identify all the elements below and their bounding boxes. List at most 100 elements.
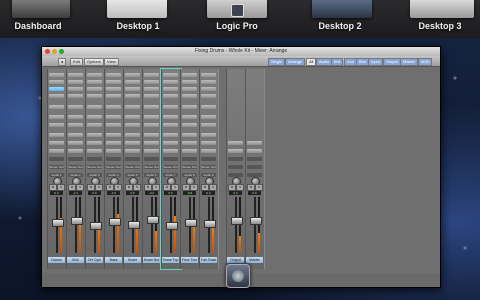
output-slot[interactable]: Stereo Out (106, 165, 121, 169)
insert-slot[interactable] (163, 141, 178, 145)
view-menu-button[interactable]: View (104, 58, 119, 66)
mute-button[interactable]: M (68, 184, 76, 191)
insert-slot[interactable] (144, 123, 159, 127)
insert-slot[interactable] (163, 157, 178, 161)
insert-slot[interactable] (125, 87, 140, 91)
channel-name[interactable]: Output (227, 257, 244, 263)
volume-fader[interactable] (90, 222, 102, 230)
output-slot[interactable]: Stereo Out (182, 165, 197, 169)
insert-slot[interactable] (106, 141, 121, 145)
insert-slot[interactable] (247, 141, 262, 145)
filter-audio-button[interactable]: Audio (316, 58, 333, 66)
insert-slot[interactable] (163, 123, 178, 127)
insert-slot[interactable] (68, 141, 83, 145)
space-thumb-dashboard[interactable] (12, 0, 70, 18)
space-thumb-desktop-1[interactable] (107, 0, 167, 18)
space-label-desktop-3[interactable]: Desktop 3 (418, 21, 461, 31)
insert-slot[interactable] (144, 94, 159, 98)
insert-slot[interactable] (106, 87, 121, 91)
volume-fader[interactable] (128, 221, 140, 229)
insert-slot[interactable] (201, 105, 216, 109)
output-slot[interactable]: Stereo Out (87, 165, 102, 169)
link-button[interactable]: ● (58, 58, 67, 66)
channel-name[interactable]: Bass (105, 257, 122, 263)
channel-strip[interactable]: Stereo Out Audio 6 M S -3.2 Snare Bot (142, 69, 162, 269)
insert-slot[interactable] (68, 123, 83, 127)
mute-button[interactable]: M (49, 184, 57, 191)
solo-button[interactable]: S (152, 184, 160, 191)
insert-slot[interactable] (201, 123, 216, 127)
insert-slot[interactable] (201, 157, 216, 161)
insert-slot[interactable] (87, 105, 102, 109)
insert-slot[interactable] (49, 73, 64, 77)
insert-slot[interactable] (182, 87, 197, 91)
filter-master-button[interactable]: Master (400, 58, 419, 66)
insert-slot[interactable] (201, 94, 216, 98)
insert-slot[interactable] (163, 87, 178, 91)
filter-input-button[interactable]: Input (368, 58, 383, 66)
channel-name[interactable]: Drums (48, 257, 65, 263)
channel-name[interactable]: Master (246, 257, 263, 263)
insert-slot[interactable] (125, 73, 140, 77)
channel-name[interactable]: Snare (124, 257, 141, 263)
volume-fader[interactable] (250, 217, 262, 225)
volume-fader[interactable] (231, 217, 243, 225)
insert-slot[interactable] (163, 105, 178, 109)
edit-menu-button[interactable]: Edit (70, 58, 83, 66)
insert-slot[interactable] (182, 133, 197, 137)
space-label-dashboard[interactable]: Dashboard (14, 21, 61, 31)
insert-slot[interactable] (144, 105, 159, 109)
mute-button[interactable]: M (201, 184, 209, 191)
insert-slot[interactable] (106, 73, 121, 77)
channel-strip[interactable]: Stereo Out Audio 8 M S -0.8 Floor Tom (180, 69, 200, 269)
channel-name[interactable]: Snare Top (162, 257, 179, 263)
insert-slot[interactable] (87, 141, 102, 145)
insert-slot[interactable] (87, 115, 102, 119)
channel-strip[interactable]: Stereo Out Audio 5 M S 0.0 Snare (123, 69, 143, 269)
insert-slot[interactable] (182, 94, 197, 98)
insert-slot[interactable] (182, 115, 197, 119)
mute-button[interactable]: M (228, 184, 236, 191)
mute-button[interactable]: M (106, 184, 114, 191)
insert-slot[interactable] (182, 149, 197, 153)
insert-slot[interactable] (201, 149, 216, 153)
insert-slot[interactable] (68, 80, 83, 84)
insert-slot[interactable] (163, 94, 178, 98)
insert-slot[interactable] (68, 157, 83, 161)
insert-slot[interactable] (87, 157, 102, 161)
channel-strip[interactable]: Stereo Out Audio 3 M S 0.0 OH Cym (85, 69, 105, 269)
filter-output-button[interactable]: Output (383, 58, 402, 66)
volume-fader[interactable] (109, 218, 121, 226)
insert-slot[interactable] (228, 149, 243, 153)
view-all-button[interactable]: All (306, 58, 317, 66)
solo-button[interactable]: S (255, 184, 263, 191)
insert-slot[interactable] (68, 73, 83, 77)
output-slot[interactable]: Stereo Out (144, 165, 159, 169)
insert-slot[interactable] (228, 157, 243, 161)
zoom-window-button[interactable] (59, 49, 64, 54)
insert-slot[interactable] (106, 123, 121, 127)
insert-slot[interactable] (106, 94, 121, 98)
minimize-window-button[interactable] (52, 49, 57, 54)
insert-slot[interactable] (49, 149, 64, 153)
volume-fader[interactable] (52, 219, 64, 227)
channel-strip[interactable]: M S 0.0 Master (245, 69, 265, 269)
solo-button[interactable]: S (133, 184, 141, 191)
insert-slot[interactable] (201, 115, 216, 119)
channel-name[interactable]: Floor Tom (181, 257, 198, 263)
filter-bus-button[interactable]: Bus (356, 58, 369, 66)
solo-button[interactable]: S (236, 184, 244, 191)
channel-strip[interactable]: Stereo Out Audio 1 M S 0.0 Drums (47, 69, 67, 269)
channel-name[interactable]: Kick (67, 257, 84, 263)
insert-slot[interactable] (125, 157, 140, 161)
filter-aux-button[interactable]: Aux (344, 58, 357, 66)
insert-slot[interactable] (144, 157, 159, 161)
space-thumb-logic-pro[interactable] (207, 0, 267, 18)
insert-slot[interactable] (182, 123, 197, 127)
insert-slot[interactable] (49, 87, 64, 91)
insert-slot[interactable] (125, 80, 140, 84)
channel-name[interactable]: Snare Bot (143, 257, 160, 263)
insert-slot[interactable] (182, 157, 197, 161)
insert-slot[interactable] (106, 133, 121, 137)
mute-button[interactable]: M (182, 184, 190, 191)
